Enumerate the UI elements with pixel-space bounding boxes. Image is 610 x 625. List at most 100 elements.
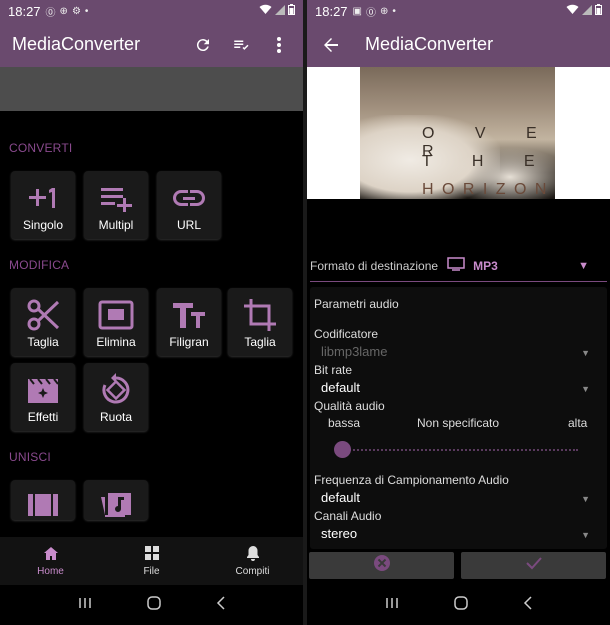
bitrate-label: Bit rate bbox=[314, 363, 353, 377]
playlist-add-icon bbox=[99, 181, 133, 215]
app-bar: MediaConverter bbox=[307, 22, 610, 67]
scissors-icon bbox=[26, 298, 60, 332]
more-vert-icon[interactable] bbox=[267, 33, 291, 57]
quality-slider-thumb[interactable] bbox=[334, 441, 351, 458]
section-join: UNISCI bbox=[9, 450, 51, 464]
tile-ruota[interactable]: Ruota bbox=[84, 363, 148, 431]
album-artwork-area: O V E R T H E H O R I Z O N bbox=[307, 67, 610, 199]
cancel-button[interactable] bbox=[309, 552, 454, 579]
nav-label: Compiti bbox=[235, 566, 270, 577]
wifi-icon bbox=[259, 4, 272, 18]
tile-effetti[interactable]: Effetti bbox=[11, 363, 75, 431]
cancel-icon bbox=[373, 554, 391, 577]
tile-label: Elimina bbox=[96, 335, 136, 349]
encoder-label: Codificatore bbox=[314, 327, 379, 341]
bitrate-select[interactable]: default bbox=[321, 380, 360, 395]
nav-label: Home bbox=[37, 565, 64, 577]
bottom-navigation: Home File Compiti bbox=[0, 537, 303, 585]
text-fields-icon bbox=[171, 298, 207, 332]
tile-label: Singolo bbox=[22, 218, 64, 232]
audio-params-panel: Parametri audio Codificatore libmp3lame … bbox=[310, 287, 607, 549]
dot-icon: • bbox=[84, 5, 89, 17]
music-library-icon bbox=[99, 490, 133, 520]
tile-singolo[interactable]: Singolo bbox=[11, 171, 75, 239]
nav-compiti[interactable]: Compiti bbox=[202, 537, 303, 585]
crop-icon bbox=[242, 298, 278, 332]
tile-label: Ruota bbox=[99, 410, 133, 424]
right-screen: 18:27 ▣ ⓪ ⊕ • MediaConverter O V E R T H bbox=[307, 0, 610, 625]
tile-label: Taglia bbox=[27, 335, 59, 349]
app-title: MediaConverter bbox=[365, 34, 494, 54]
quality-label: Qualità audio bbox=[314, 399, 385, 413]
format-selector[interactable]: Formato di destinazione MP3 ▼ bbox=[310, 250, 607, 282]
album-artwork: O V E R T H E H O R I Z O N bbox=[360, 67, 555, 199]
link-icon bbox=[172, 181, 206, 215]
back-icon[interactable] bbox=[216, 595, 226, 615]
home-button-icon[interactable] bbox=[146, 595, 161, 615]
app-bar: MediaConverter bbox=[0, 22, 303, 67]
notification-icon: ⊕ bbox=[59, 5, 68, 17]
channels-label: Canali Audio bbox=[314, 509, 382, 523]
plus-one-icon bbox=[26, 181, 60, 215]
notification-icon: ⊕ bbox=[380, 5, 389, 17]
bell-icon bbox=[246, 545, 260, 564]
quality-slider-track[interactable] bbox=[342, 449, 578, 451]
notification-icon: ⓪ bbox=[45, 7, 56, 19]
home-button-icon[interactable] bbox=[453, 595, 468, 615]
picture-in-picture-icon bbox=[98, 298, 134, 332]
tile-label: Effetti bbox=[27, 410, 59, 424]
format-value: MP3 bbox=[473, 258, 498, 273]
tile-label: Multipl bbox=[98, 218, 134, 232]
signal-icon bbox=[582, 4, 592, 18]
tile-crop[interactable]: Taglia bbox=[228, 288, 292, 356]
tile-taglia[interactable]: Taglia bbox=[11, 288, 75, 356]
tile-label: URL bbox=[176, 218, 201, 232]
tile-elimina[interactable]: Elimina bbox=[84, 288, 148, 356]
section-modify: MODIFICA bbox=[9, 258, 70, 272]
ad-banner[interactable] bbox=[0, 67, 303, 111]
nav-home[interactable]: Home bbox=[0, 537, 101, 585]
samplerate-select[interactable]: default bbox=[321, 490, 360, 505]
dropdown-arrow-icon: ▼ bbox=[581, 494, 590, 504]
quality-high-label: alta bbox=[568, 416, 588, 430]
refresh-icon[interactable] bbox=[191, 33, 215, 57]
back-arrow-icon[interactable] bbox=[319, 33, 343, 57]
battery-icon bbox=[595, 4, 602, 18]
tile-filigran[interactable]: Filigran bbox=[157, 288, 221, 356]
channels-select[interactable]: stereo bbox=[321, 526, 357, 541]
left-screen: 18:27 ⓪ ⊕ ⚙ • MediaConverter CONVERTI Si… bbox=[0, 0, 303, 625]
notification-icon: ⓪ bbox=[366, 7, 376, 19]
params-title: Parametri audio bbox=[314, 297, 399, 311]
encoder-select[interactable]: libmp3lame bbox=[321, 344, 387, 359]
nav-file[interactable]: File bbox=[101, 537, 202, 585]
tile-multipl[interactable]: Multipl bbox=[84, 171, 148, 239]
dropdown-arrow-icon: ▼ bbox=[581, 348, 590, 358]
dropdown-arrow-icon: ▼ bbox=[581, 384, 590, 394]
tile-url[interactable]: URL bbox=[157, 171, 221, 239]
status-time: 18:27 bbox=[315, 3, 348, 19]
tile-join-audio[interactable] bbox=[84, 480, 148, 520]
tile-join-video[interactable] bbox=[11, 480, 75, 520]
samplerate-label: Frequenza di Campionamento Audio bbox=[314, 473, 509, 487]
recent-apps-icon[interactable] bbox=[385, 596, 399, 614]
check-icon bbox=[525, 556, 543, 575]
confirm-button[interactable] bbox=[461, 552, 606, 579]
wifi-icon bbox=[566, 4, 579, 18]
back-icon[interactable] bbox=[523, 595, 533, 615]
status-bar: 18:27 ⓪ ⊕ ⚙ • bbox=[0, 0, 303, 22]
tile-label: Filigran bbox=[169, 335, 209, 349]
artwork-text: H O R I Z O N bbox=[422, 181, 549, 198]
system-navigation bbox=[307, 585, 610, 625]
status-time: 18:27 bbox=[8, 3, 41, 19]
quality-mid-label: Non specificato bbox=[417, 416, 500, 430]
rotate-icon bbox=[98, 373, 134, 407]
status-bar: 18:27 ▣ ⓪ ⊕ • bbox=[307, 0, 610, 22]
home-icon bbox=[43, 546, 59, 564]
app-title: MediaConverter bbox=[12, 34, 141, 54]
signal-icon bbox=[275, 4, 285, 18]
playlist-check-icon[interactable] bbox=[229, 33, 253, 57]
dropdown-arrow-icon: ▼ bbox=[578, 259, 589, 272]
recent-apps-icon[interactable] bbox=[78, 596, 92, 614]
section-convert: CONVERTI bbox=[9, 141, 73, 155]
dot-icon: • bbox=[392, 5, 396, 17]
